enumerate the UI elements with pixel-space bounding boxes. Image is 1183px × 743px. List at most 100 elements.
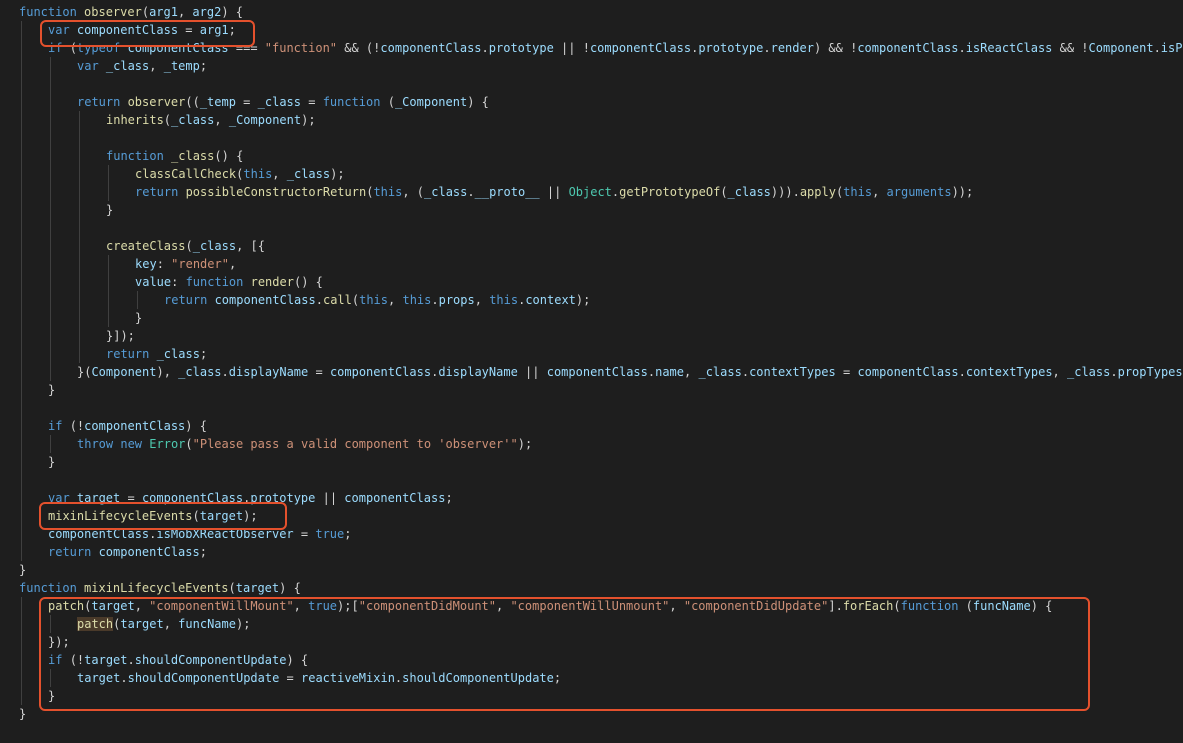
- code-line[interactable]: return componentClass;: [0, 543, 1183, 561]
- code-line[interactable]: }: [0, 381, 1183, 399]
- code-token: .: [431, 293, 439, 307]
- code-line[interactable]: createClass(_class, [{: [0, 237, 1183, 255]
- code-token: Error: [149, 437, 186, 451]
- code-token: return: [77, 95, 128, 109]
- code-token: ,: [177, 5, 193, 19]
- indent-guide: [21, 219, 22, 237]
- code-text: function _class() {: [106, 147, 243, 165]
- indent-guide: [108, 273, 109, 291]
- code-token: (: [387, 95, 395, 109]
- indent-guide: [50, 129, 51, 147]
- code-line[interactable]: return possibleConstructorReturn(this, (…: [0, 183, 1183, 201]
- code-text: key: "render",: [135, 255, 236, 273]
- code-token: _class: [698, 365, 742, 379]
- code-line[interactable]: [0, 75, 1183, 93]
- code-token: this: [402, 293, 432, 307]
- code-token: }: [106, 203, 114, 217]
- code-token: ,: [474, 293, 490, 307]
- code-line[interactable]: return observer((_temp = _class = functi…: [0, 93, 1183, 111]
- code-line[interactable]: }(Component), _class.displayName = compo…: [0, 363, 1183, 381]
- code-token: context: [525, 293, 576, 307]
- code-token: (: [141, 5, 150, 19]
- indent-guide: [21, 309, 22, 327]
- code-token: apply: [799, 185, 836, 199]
- code-line[interactable]: return componentClass.call(this, this.pr…: [0, 291, 1183, 309]
- code-line[interactable]: }: [0, 201, 1183, 219]
- indent-guide: [21, 381, 22, 399]
- code-line[interactable]: key: "render",: [0, 255, 1183, 273]
- code-token: componentClass: [589, 41, 692, 55]
- code-line[interactable]: throw new Error("Please pass a valid com…: [0, 435, 1183, 453]
- code-line[interactable]: function mixinLifecycleEvents(target) {: [0, 579, 1183, 597]
- code-token: return: [164, 293, 215, 307]
- code-text: }(Component), _class.displayName = compo…: [77, 363, 1183, 381]
- code-line[interactable]: return _class;: [0, 345, 1183, 363]
- code-token: ,: [684, 365, 699, 379]
- indent-guide: [79, 327, 80, 345]
- code-line[interactable]: [0, 219, 1183, 237]
- indent-guide: [21, 291, 22, 309]
- code-line[interactable]: }: [0, 309, 1183, 327]
- code-line[interactable]: [0, 399, 1183, 417]
- code-token: function: [185, 275, 251, 289]
- code-token: this: [373, 185, 403, 199]
- code-token: ;: [445, 491, 453, 505]
- code-line[interactable]: if (!componentClass) {: [0, 417, 1183, 435]
- code-text: }: [19, 705, 26, 723]
- code-token: mixinLifecycleEvents: [84, 581, 229, 595]
- code-token: (: [720, 185, 728, 199]
- code-token: observer: [84, 5, 142, 19]
- indent-guide: [50, 75, 51, 93]
- indent-guide: [137, 291, 138, 309]
- code-token: componentClass: [329, 365, 432, 379]
- code-token: getPrototypeOf: [619, 185, 721, 199]
- code-token: ,: [214, 113, 229, 127]
- code-line[interactable]: [0, 129, 1183, 147]
- code-token: render: [770, 41, 814, 55]
- code-line[interactable]: var _class, _temp;: [0, 57, 1183, 75]
- indent-guide: [50, 435, 51, 453]
- code-editor[interactable]: function observer(arg1, arg2) {var compo…: [0, 0, 1183, 743]
- indent-guide: [79, 111, 80, 129]
- indent-guide: [50, 57, 51, 75]
- code-line[interactable]: }]);: [0, 327, 1183, 345]
- annotation-box-mixin-function-body: [39, 597, 1090, 711]
- code-token: ) {: [467, 95, 489, 109]
- code-token: Object: [568, 185, 612, 199]
- indent-guide: [21, 345, 22, 363]
- code-token: .: [958, 365, 966, 379]
- indent-guide: [108, 255, 109, 273]
- code-line[interactable]: [0, 471, 1183, 489]
- code-token: call: [322, 293, 352, 307]
- code-token: componentClass: [380, 41, 482, 55]
- code-line[interactable]: classCallCheck(this, _class);: [0, 165, 1183, 183]
- code-token: .: [741, 365, 750, 379]
- indent-guide: [21, 615, 22, 633]
- code-line[interactable]: value: function render() {: [0, 273, 1183, 291]
- code-token: componentClass: [857, 41, 959, 55]
- indent-guide: [79, 165, 80, 183]
- code-line[interactable]: inherits(_class, _Component);: [0, 111, 1183, 129]
- indent-guide: [50, 273, 51, 291]
- code-token: displayName: [228, 365, 309, 379]
- code-token: (: [228, 581, 236, 595]
- code-token: componentClass: [84, 419, 186, 433]
- code-line[interactable]: function _class() {: [0, 147, 1183, 165]
- code-token: _class: [727, 185, 771, 199]
- code-token: , (: [402, 185, 425, 199]
- code-token: componentClass: [857, 365, 959, 379]
- code-token: }: [48, 383, 56, 397]
- code-line[interactable]: function observer(arg1, arg2) {: [0, 3, 1183, 21]
- code-line[interactable]: }: [0, 453, 1183, 471]
- code-line[interactable]: }: [0, 561, 1183, 579]
- annotation-box-var-componentclass: [40, 20, 255, 47]
- code-token: );: [301, 113, 316, 127]
- code-text: return observer((_temp = _class = functi…: [77, 93, 489, 111]
- code-token: .: [481, 41, 489, 55]
- code-token: key: [135, 257, 157, 271]
- code-token: arg2: [192, 5, 222, 19]
- indent-guide: [21, 255, 22, 273]
- code-token: return: [106, 347, 157, 361]
- code-token: :: [171, 275, 186, 289]
- indent-guide: [50, 309, 51, 327]
